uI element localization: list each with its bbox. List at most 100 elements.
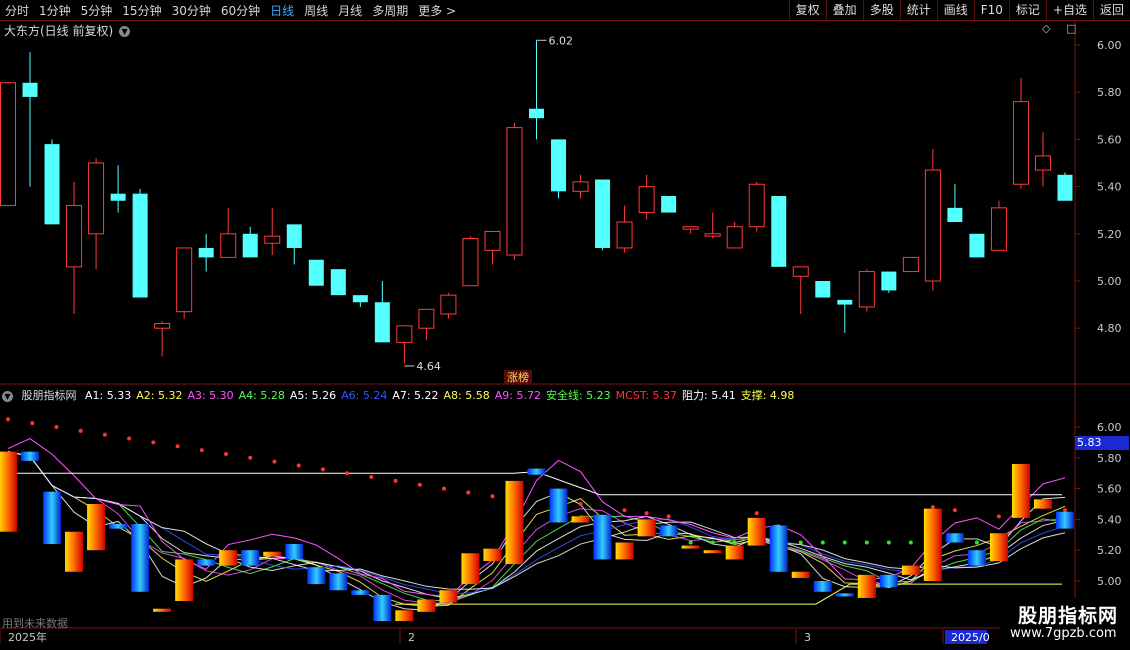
- candle-body: [264, 235, 281, 244]
- candle-body: [308, 259, 324, 286]
- signal-dot: [754, 511, 759, 516]
- time-axis-label-3: 2025/0: [951, 631, 990, 644]
- indicator-bar: [21, 451, 40, 461]
- signal-dot: [666, 514, 671, 519]
- watermark-url: www.7gpzb.com: [1010, 626, 1117, 641]
- indicator-value-0: A1: 5.33: [85, 389, 132, 402]
- indicator-value-5: A6: 5.24: [341, 389, 388, 402]
- candle-body: [682, 226, 699, 230]
- candle-body: [837, 299, 853, 305]
- ind-y-tick-1: 5.80: [1097, 452, 1122, 465]
- indicator-value-9: 安全线: 5.23: [545, 389, 611, 402]
- mcst-dot: [151, 440, 156, 445]
- indicator-bar: [109, 524, 128, 529]
- signal-dot: [798, 540, 803, 545]
- ind-y-tick-4: 5.20: [1097, 544, 1122, 557]
- signal-dot: [1063, 508, 1067, 513]
- candle-body: [110, 193, 126, 201]
- mcst-dot: [490, 494, 495, 499]
- indicator-bar: [87, 504, 106, 551]
- candle-body: [924, 169, 941, 282]
- signal-dot: [864, 540, 869, 545]
- indicator-bar: [615, 542, 634, 560]
- mcst-dot: [224, 451, 229, 456]
- indicator-bar: [813, 581, 832, 592]
- indicator-bar: [373, 594, 392, 622]
- indicator-name[interactable]: 股朋指标网: [22, 389, 77, 402]
- indicator-bar: [879, 574, 898, 588]
- candle-body: [220, 233, 237, 258]
- signal-dot: [952, 508, 957, 513]
- main-y-tick-4: 5.20: [1097, 228, 1122, 241]
- indicator-bar: [857, 574, 876, 598]
- candle-body: [22, 82, 38, 97]
- candle-body: [396, 325, 413, 343]
- indicator-bar: [1033, 499, 1052, 509]
- candle-body: [44, 144, 60, 225]
- indicator-bar: [417, 599, 436, 612]
- time-axis-label-2: 3: [804, 631, 811, 644]
- mcst-dot: [320, 467, 325, 472]
- mcst-dot: [199, 448, 204, 453]
- indicator-bar: [395, 610, 414, 622]
- chevron-down-icon[interactable]: ▼: [119, 26, 131, 37]
- candle-body: [572, 181, 589, 192]
- mcst-dot: [175, 444, 180, 449]
- candle-body: [440, 294, 457, 315]
- chart-title[interactable]: 大东方(日线 前复权) ▼: [4, 22, 131, 39]
- indicator-bar: [241, 550, 260, 566]
- indicator-bar: [549, 488, 568, 523]
- indicator-bar: [1011, 463, 1030, 518]
- main-y-tick-6: 4.80: [1097, 322, 1122, 335]
- indicator-bar: [329, 573, 348, 591]
- candle-body: [661, 196, 677, 213]
- indicator-value-4: A5: 5.26: [289, 389, 337, 402]
- indicator-value-12: 支撑: 4.98: [740, 389, 795, 402]
- indicator-bar: [131, 524, 150, 592]
- candle-body: [748, 183, 765, 228]
- indicator-bar: [835, 593, 854, 597]
- main-y-tick-5: 5.00: [1097, 275, 1122, 288]
- candle-body: [154, 322, 171, 329]
- chart-canvas[interactable]: 6.00 5.80 5.60 5.40 5.20 5.00 4.80 6.00 5.80 5.60…: [0, 0, 1130, 650]
- signal-dot: [974, 540, 979, 545]
- indicator-values: A1: 5.33 A2: 5.32 A3: 5.30 A4: 5.28 A5: 5.26…: [85, 389, 799, 402]
- indicator-bar: [659, 525, 678, 537]
- indicator-bar: [989, 533, 1008, 561]
- indicator-value-8: A9: 5.72: [494, 389, 541, 402]
- indicator-value-3: A4: 5.28: [238, 389, 285, 402]
- candle-body: [881, 271, 897, 291]
- indicator-bar: [219, 550, 238, 566]
- indicator-bar: [527, 468, 546, 475]
- indicator-bar: [439, 590, 458, 603]
- signal-dot: [688, 540, 693, 545]
- candle-body: [1034, 155, 1051, 171]
- ind-y-tick-3: 5.40: [1097, 513, 1122, 526]
- indicator-bar: [703, 550, 722, 554]
- indicator-bar: [945, 533, 964, 543]
- mcst-dot: [6, 417, 10, 422]
- candle-body: [462, 238, 479, 287]
- indicator-bar: [593, 514, 612, 560]
- indicator-bar: [791, 571, 810, 578]
- indicator-bar: [923, 508, 942, 581]
- candle-body: [815, 281, 831, 298]
- candle-body: [858, 271, 875, 308]
- diamond-icon[interactable]: ◇: [1042, 22, 1050, 35]
- ind-y-tick-2: 5.60: [1097, 483, 1122, 496]
- indicator-bar: [1056, 511, 1074, 529]
- indicator-bar: [65, 531, 84, 572]
- indicator-bar: [263, 551, 282, 557]
- candle-body: [990, 207, 1007, 251]
- main-y-tick-3: 5.40: [1097, 181, 1122, 194]
- candle-body: [595, 179, 611, 248]
- candle-body: [726, 226, 743, 249]
- mcst-dot: [345, 471, 350, 476]
- candle-body: [242, 233, 258, 258]
- candle-body: [330, 269, 346, 296]
- indicator-bar: [351, 590, 370, 595]
- signal-dot: [886, 540, 891, 545]
- chevron-down-icon[interactable]: ▼: [2, 390, 13, 402]
- square-icon[interactable]: □: [1066, 22, 1076, 35]
- candle-body: [66, 204, 83, 268]
